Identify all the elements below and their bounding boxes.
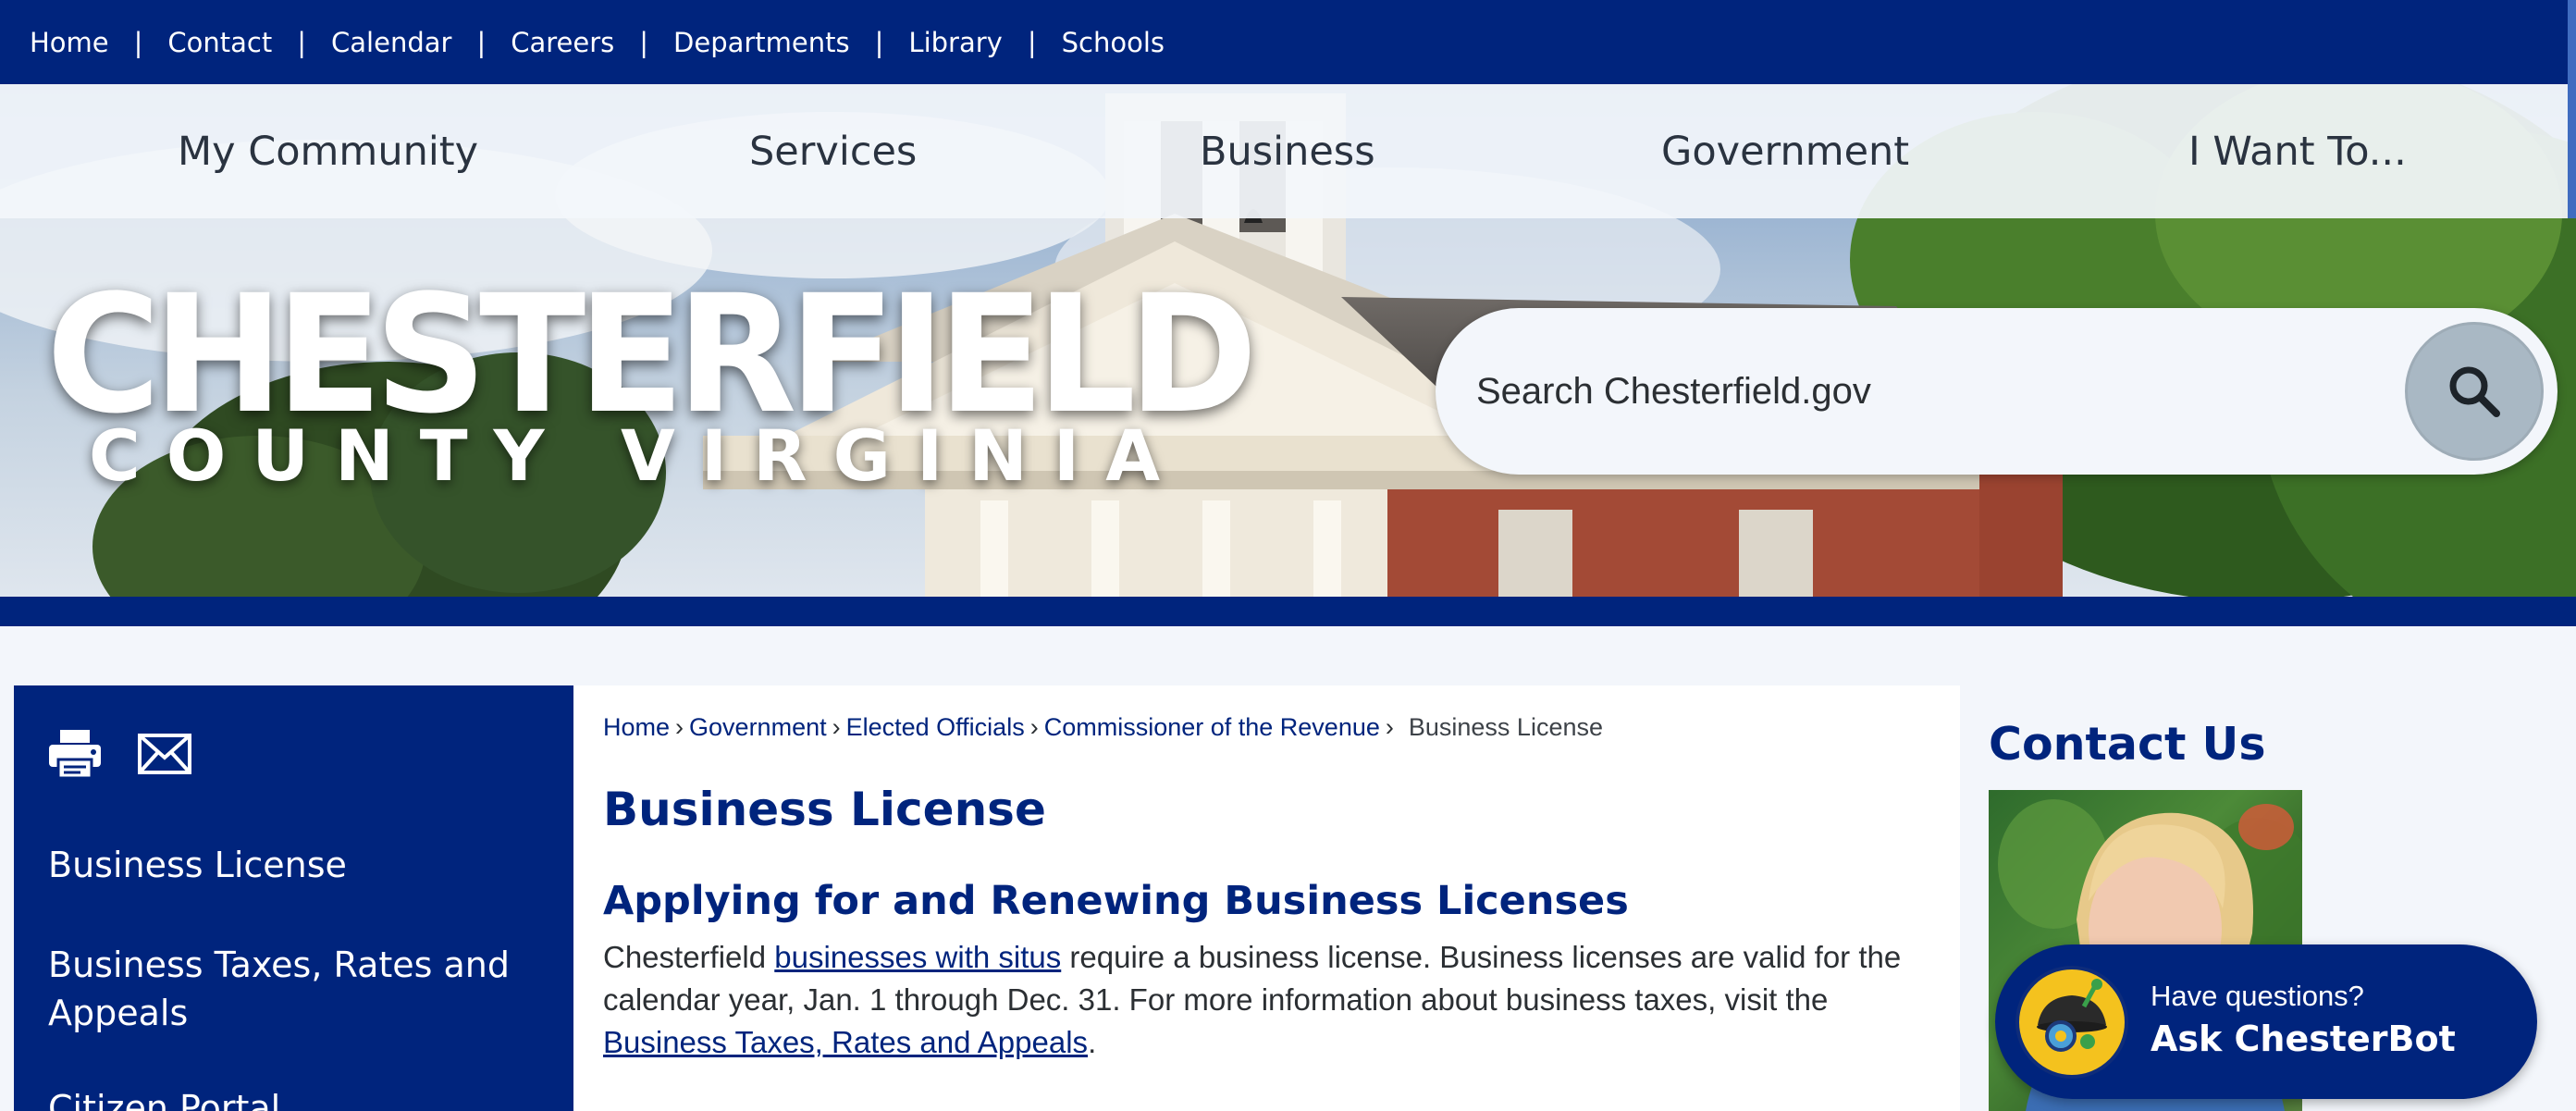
- breadcrumb-commissioner[interactable]: Commissioner of the Revenue: [1044, 713, 1380, 741]
- site-search: [1436, 308, 2558, 475]
- chatbot-cta: Ask ChesterBot: [2151, 1018, 2456, 1059]
- utility-link-calendar[interactable]: Calendar: [331, 27, 451, 58]
- chatbot-question: Have questions?: [2151, 980, 2364, 1012]
- breadcrumb-separator: ›: [1029, 713, 1039, 741]
- search-button[interactable]: [2405, 322, 2544, 461]
- utility-nav: Home | Contact | Calendar | Careers | De…: [30, 0, 1165, 84]
- para-text: Chesterfield: [603, 940, 775, 974]
- utility-link-home[interactable]: Home: [30, 27, 109, 58]
- businesses-with-situs-link[interactable]: businesses with situs: [774, 940, 1061, 974]
- breadcrumb-home[interactable]: Home: [603, 713, 670, 741]
- chesterbot-icon: [2015, 966, 2128, 1079]
- sidebar-item-business-license[interactable]: Business License: [48, 841, 529, 889]
- utility-separator: |: [639, 26, 649, 58]
- main-nav: My Community Services Business Governmen…: [0, 84, 2568, 218]
- utility-link-contact[interactable]: Contact: [167, 27, 272, 58]
- page-title: Business License: [603, 783, 1046, 836]
- breadcrumb-current: Business License: [1408, 713, 1603, 741]
- utility-separator: |: [297, 26, 307, 58]
- breadcrumb-separator: ›: [832, 713, 841, 741]
- utility-link-schools[interactable]: Schools: [1062, 27, 1165, 58]
- para-text: .: [1088, 1025, 1097, 1059]
- utility-separator: |: [874, 26, 884, 58]
- page-tools: [46, 725, 193, 783]
- utility-separator: |: [1027, 26, 1037, 58]
- contact-title: Contact Us: [1989, 718, 2266, 771]
- main-nav-business[interactable]: Business: [1200, 84, 1375, 218]
- logo-title: CHESTERFIELD: [46, 260, 1258, 450]
- utility-separator: |: [476, 26, 487, 58]
- logo-subtitle: COUNTY VIRGINIA: [89, 414, 1187, 497]
- main-nav-my-community[interactable]: My Community: [178, 84, 478, 218]
- main-nav-i-want-to[interactable]: I Want To...: [2188, 84, 2407, 218]
- ask-chesterbot-button[interactable]: Have questions? Ask ChesterBot: [1995, 944, 2537, 1099]
- site-logo[interactable]: CHESTERFIELD COUNTY VIRGINIA: [46, 274, 1258, 505]
- utility-link-departments[interactable]: Departments: [673, 27, 850, 58]
- search-input[interactable]: [1476, 350, 2401, 433]
- printer-icon[interactable]: [46, 725, 104, 783]
- main-content: Home › Government › Elected Officials › Commis…: [573, 685, 1960, 1111]
- hero-divider: [0, 597, 2576, 626]
- utility-separator: |: [133, 26, 143, 58]
- breadcrumb-separator: ›: [1385, 713, 1394, 741]
- utility-link-library[interactable]: Library: [908, 27, 1002, 58]
- sidebar-item-business-taxes[interactable]: Business Taxes, Rates and Appeals: [48, 941, 529, 1037]
- business-taxes-link[interactable]: Business Taxes, Rates and Appeals: [603, 1025, 1088, 1059]
- sidebar-item-citizen-portal[interactable]: Citizen Portal: [48, 1084, 529, 1111]
- breadcrumb-government[interactable]: Government: [689, 713, 827, 741]
- intro-paragraph: Chesterfield businesses with situs requi…: [603, 936, 1935, 1064]
- magnifier-icon: [2449, 366, 2500, 417]
- scrollbar-edge[interactable]: [2568, 0, 2576, 218]
- section-sidebar: Business License Business Taxes, Rates a…: [14, 685, 573, 1111]
- utility-link-careers[interactable]: Careers: [511, 27, 614, 58]
- breadcrumb-elected-officials[interactable]: Elected Officials: [846, 713, 1025, 741]
- utility-bar: Home | Contact | Calendar | Careers | De…: [0, 0, 2576, 84]
- section-heading: Applying for and Renewing Business Licen…: [603, 878, 1629, 924]
- main-nav-government[interactable]: Government: [1661, 84, 1909, 218]
- envelope-icon[interactable]: [136, 725, 193, 783]
- breadcrumb: Home › Government › Elected Officials › Commis…: [603, 713, 1603, 742]
- main-nav-services[interactable]: Services: [749, 84, 917, 218]
- breadcrumb-separator: ›: [675, 713, 684, 741]
